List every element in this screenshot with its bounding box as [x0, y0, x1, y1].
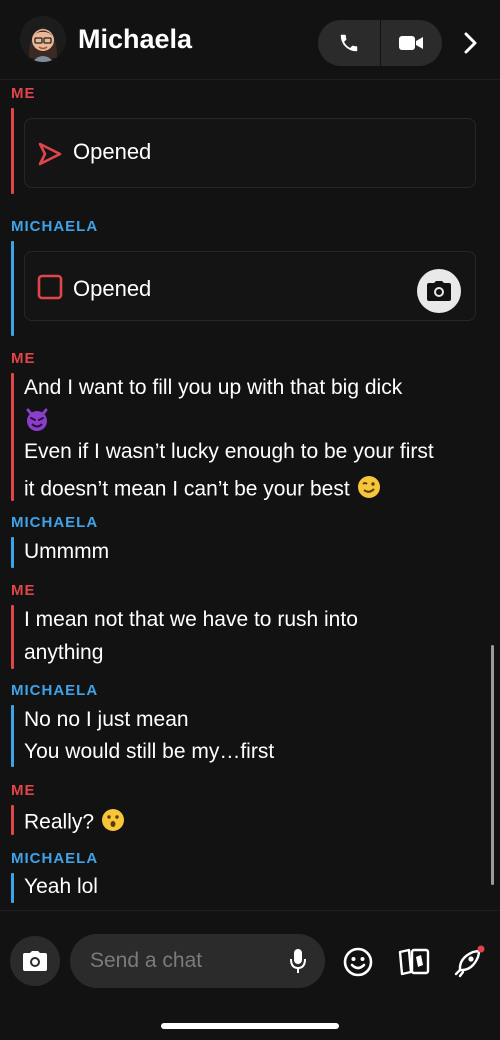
video-icon — [399, 36, 424, 50]
message-bar — [11, 705, 14, 767]
message-text: Ummmm — [24, 540, 110, 563]
snap-message[interactable]: Opened — [24, 118, 476, 188]
phone-icon — [340, 34, 357, 52]
page-title[interactable]: Michaela — [78, 24, 192, 55]
composer-bar: Send a chat — [0, 910, 500, 1040]
send-arrow-icon — [37, 141, 63, 172]
mic-icon[interactable] — [289, 948, 307, 979]
profile-button[interactable] — [456, 24, 486, 62]
message-text: Even if I wasn’t lucky enough to be your… — [24, 440, 434, 463]
avatar[interactable] — [20, 16, 66, 62]
call-buttons — [318, 20, 442, 66]
opened-square-icon — [37, 274, 63, 305]
message-text: No no I just mean — [24, 708, 189, 731]
cards-icon — [398, 948, 430, 976]
video-call-button[interactable] — [380, 20, 442, 66]
message-text: Really? — [24, 810, 95, 834]
cards-button[interactable] — [396, 944, 432, 980]
rocket-button[interactable] — [450, 944, 486, 980]
smiley-icon — [343, 947, 373, 977]
sender-label-me: ME — [11, 85, 36, 102]
snap-message[interactable]: Opened — [24, 251, 476, 321]
sender-label-michaela: MICHAELA — [11, 514, 99, 531]
camera-reply-button[interactable] — [417, 269, 461, 313]
message-text-row: it doesn’t mean I can’t be your best — [24, 474, 382, 506]
camera-icon — [427, 281, 451, 301]
message-bar — [11, 241, 14, 336]
camera-button[interactable] — [10, 936, 60, 986]
message-text: Yeah lol — [24, 875, 98, 898]
snap-status: Opened — [73, 139, 152, 164]
sender-label-me: ME — [11, 350, 36, 367]
chevron-right-icon — [464, 32, 477, 54]
sender-label-michaela: MICHAELA — [11, 218, 99, 235]
home-indicator — [161, 1023, 339, 1029]
message-bar — [11, 108, 14, 194]
sender-label-michaela: MICHAELA — [11, 850, 99, 867]
message-list[interactable]: ME Opened MICHAELA Opened ME And I want … — [0, 80, 500, 910]
message-text: And I want to fill you up with that big … — [24, 376, 403, 399]
chat-header: Michaela — [0, 0, 500, 80]
message-text: it doesn’t mean I can’t be your best — [24, 477, 350, 501]
snap-status: Opened — [73, 276, 152, 301]
surprised-emoji — [100, 807, 126, 839]
message-bar — [11, 373, 14, 501]
sender-label-michaela: MICHAELA — [11, 682, 99, 699]
emoji-button[interactable] — [340, 944, 376, 980]
message-text: You would still be my…first — [24, 740, 275, 763]
message-text: I mean not that we have to rush into — [24, 608, 358, 631]
sender-label-me: ME — [11, 582, 36, 599]
chat-input-placeholder: Send a chat — [90, 949, 203, 972]
devil-emoji — [24, 406, 50, 438]
chat-input[interactable]: Send a chat — [70, 934, 325, 988]
sender-label-me: ME — [11, 782, 36, 799]
message-bar — [11, 873, 14, 903]
message-bar — [11, 805, 14, 835]
scrollbar[interactable] — [491, 645, 494, 885]
message-bar — [11, 605, 14, 669]
message-text: anything — [24, 641, 104, 664]
rocket-icon — [454, 945, 485, 978]
voice-call-button[interactable] — [318, 20, 380, 66]
wink-emoji — [356, 474, 382, 506]
camera-icon — [23, 951, 47, 971]
message-bar — [11, 537, 14, 568]
message-text-row: Really? — [24, 807, 126, 839]
